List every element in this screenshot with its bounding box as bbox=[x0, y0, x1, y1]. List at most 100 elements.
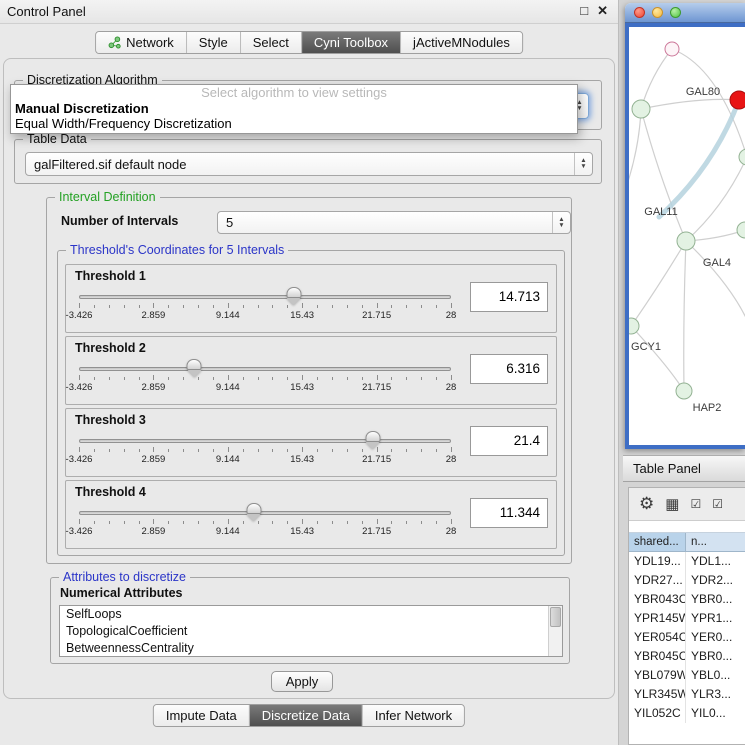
tab-impute-data[interactable]: Impute Data bbox=[154, 705, 250, 726]
tab-cyni-toolbox[interactable]: Cyni Toolbox bbox=[302, 32, 401, 53]
slider-track[interactable] bbox=[79, 367, 451, 371]
network-edge[interactable] bbox=[641, 109, 686, 241]
select-all-checkbox-icon[interactable]: ☑ bbox=[690, 497, 701, 511]
threshold-slider[interactable]: -3.4262.8599.14415.4321.71528 bbox=[79, 287, 451, 331]
table-cell[interactable]: YLR345W bbox=[629, 685, 686, 704]
slider-track[interactable] bbox=[79, 439, 451, 443]
slider-thumb[interactable] bbox=[246, 503, 261, 514]
table-row[interactable]: YER054CYER0... bbox=[629, 628, 745, 647]
threshold-value[interactable]: 21.4 bbox=[470, 426, 548, 456]
table-data-combobox[interactable]: galFiltered.sif default node ▲ ▼ bbox=[25, 152, 593, 176]
table-cell[interactable]: YBR0... bbox=[686, 647, 745, 666]
network-edge[interactable] bbox=[659, 100, 739, 217]
table-row[interactable]: YDL19...YDL1... bbox=[629, 552, 745, 571]
table-cell[interactable]: YBR045C bbox=[629, 647, 686, 666]
slider-track[interactable] bbox=[79, 295, 451, 299]
tab-select[interactable]: Select bbox=[241, 32, 302, 53]
table-cell[interactable]: YER054C bbox=[629, 628, 686, 647]
attribute-list-item[interactable]: BetweennessCentrality bbox=[60, 640, 562, 657]
network-node[interactable] bbox=[739, 149, 745, 165]
numerical-attributes-list[interactable]: SelfLoopsTopologicalCoefficientBetweenne… bbox=[59, 605, 563, 657]
popup-option-equal-width-frequency[interactable]: Equal Width/Frequency Discretization bbox=[11, 116, 577, 131]
scrollbar-thumb[interactable] bbox=[550, 607, 561, 627]
table-cell[interactable]: YDL1... bbox=[686, 552, 745, 571]
apply-button[interactable]: Apply bbox=[271, 671, 333, 692]
table-cell[interactable]: YIL052C bbox=[629, 704, 686, 723]
attribute-list-item[interactable]: SelfLoops bbox=[60, 606, 562, 623]
table-cell[interactable]: YBR0... bbox=[686, 590, 745, 609]
network-node[interactable] bbox=[730, 91, 745, 109]
table-row[interactable]: YBR043CYBR0... bbox=[629, 590, 745, 609]
table-row[interactable]: YIL052CYIL0... bbox=[629, 704, 745, 723]
table-cell[interactable]: YBL079W bbox=[629, 666, 686, 685]
tab-jactivemnodules[interactable]: jActiveMNodules bbox=[401, 32, 522, 53]
network-edge[interactable] bbox=[686, 241, 745, 337]
network-edge[interactable] bbox=[629, 109, 641, 207]
zoom-button[interactable] bbox=[670, 7, 681, 18]
close-panel-icon[interactable]: ✕ bbox=[597, 3, 608, 19]
slider-track[interactable] bbox=[79, 511, 451, 515]
network-edge[interactable] bbox=[631, 241, 686, 326]
slider-thumb[interactable] bbox=[365, 431, 380, 442]
network-window-titlebar[interactable] bbox=[625, 3, 745, 23]
table-cell[interactable]: YPR145W bbox=[629, 609, 686, 628]
popup-option-manual-discretization[interactable]: Manual Discretization bbox=[11, 101, 577, 116]
network-edge[interactable] bbox=[641, 49, 672, 109]
tab-discretize-data[interactable]: Discretize Data bbox=[250, 705, 363, 726]
network-canvas[interactable]: GAL80GAL11GAL4GCY1HAP2 bbox=[625, 23, 745, 449]
slider-thumb[interactable] bbox=[286, 287, 301, 298]
network-node[interactable] bbox=[665, 42, 679, 56]
table-cell[interactable]: YPR1... bbox=[686, 609, 745, 628]
table-cell[interactable]: YBL0... bbox=[686, 666, 745, 685]
close-button[interactable] bbox=[634, 7, 645, 18]
tab-network[interactable]: Network bbox=[96, 32, 187, 53]
threshold-slider[interactable]: -3.4262.8599.14415.4321.71528 bbox=[79, 503, 451, 547]
table-row[interactable]: YLR345WYLR3... bbox=[629, 685, 745, 704]
column-header-name[interactable]: n... bbox=[686, 533, 745, 551]
table-cell[interactable]: YBR043C bbox=[629, 590, 686, 609]
minimize-button[interactable] bbox=[652, 7, 663, 18]
tick-mark bbox=[332, 521, 333, 524]
tab-label: Cyni Toolbox bbox=[314, 35, 388, 50]
table-cell[interactable]: YDR2... bbox=[686, 571, 745, 590]
threshold-slider[interactable]: -3.4262.8599.14415.4321.71528 bbox=[79, 359, 451, 403]
attribute-list-item[interactable]: TopologicalCoefficient bbox=[60, 623, 562, 640]
table-cell[interactable]: YDL19... bbox=[629, 552, 686, 571]
network-edge[interactable] bbox=[631, 326, 684, 391]
network-node[interactable] bbox=[677, 232, 695, 250]
slider-scale: -3.4262.8599.14415.4321.71528 bbox=[79, 382, 451, 394]
tick-mark bbox=[109, 521, 110, 524]
table-row[interactable]: YBR045CYBR0... bbox=[629, 647, 745, 666]
table-row[interactable]: YPR145WYPR1... bbox=[629, 609, 745, 628]
network-graph[interactable]: GAL80GAL11GAL4GCY1HAP2 bbox=[629, 27, 745, 449]
list-scrollbar[interactable] bbox=[548, 606, 562, 656]
tab-style[interactable]: Style bbox=[187, 32, 241, 53]
number-of-intervals-combobox[interactable]: 5 ▲ ▼ bbox=[217, 211, 571, 234]
table-cell[interactable]: YLR3... bbox=[686, 685, 745, 704]
select-none-checkbox-icon[interactable]: ☑ bbox=[712, 497, 723, 511]
threshold-value[interactable]: 14.713 bbox=[470, 282, 548, 312]
network-node[interactable] bbox=[737, 222, 745, 238]
table-cell[interactable]: YDR27... bbox=[629, 571, 686, 590]
network-node[interactable] bbox=[676, 383, 692, 399]
network-edge[interactable] bbox=[684, 241, 686, 391]
network-node[interactable] bbox=[632, 100, 650, 118]
network-node[interactable] bbox=[629, 318, 639, 334]
threshold-slider[interactable]: -3.4262.8599.14415.4321.71528 bbox=[79, 431, 451, 475]
gear-icon[interactable]: ⚙ bbox=[639, 494, 654, 514]
network-edge[interactable] bbox=[686, 157, 745, 241]
threshold-value[interactable]: 6.316 bbox=[470, 354, 548, 384]
combo-stepper-icon[interactable]: ▲ ▼ bbox=[574, 153, 592, 175]
tick-mark bbox=[391, 377, 392, 380]
threshold-value[interactable]: 11.344 bbox=[470, 498, 548, 528]
table-row[interactable]: YBL079WYBL0... bbox=[629, 666, 745, 685]
float-panel-icon[interactable]: □ bbox=[580, 3, 588, 19]
table-cell[interactable]: YER0... bbox=[686, 628, 745, 647]
tab-infer-network[interactable]: Infer Network bbox=[363, 705, 464, 726]
combo-stepper-icon[interactable]: ▲ ▼ bbox=[552, 212, 570, 233]
table-row[interactable]: YDR27...YDR2... bbox=[629, 571, 745, 590]
columns-icon[interactable]: ▦ bbox=[665, 495, 679, 513]
table-cell[interactable]: YIL0... bbox=[686, 704, 745, 723]
column-header-shared-name[interactable]: shared... bbox=[629, 533, 686, 551]
slider-thumb[interactable] bbox=[187, 359, 202, 370]
